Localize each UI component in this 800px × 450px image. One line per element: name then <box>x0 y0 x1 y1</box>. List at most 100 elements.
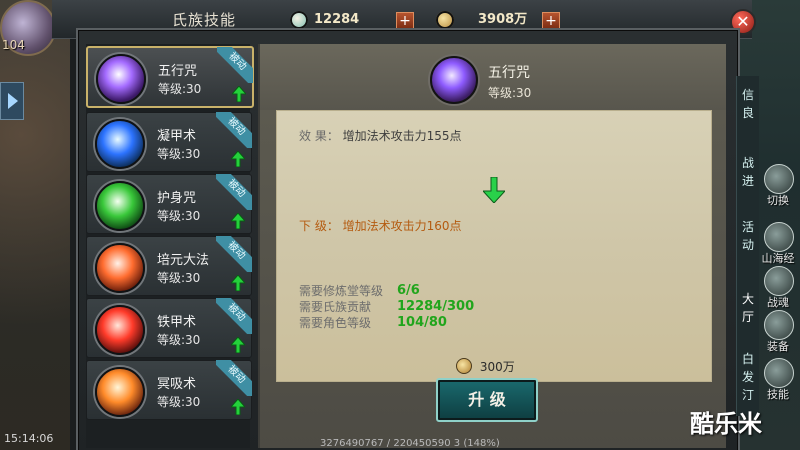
hud-button-skills[interactable]: 技能 <box>758 358 798 406</box>
hud-button-label: 切换 <box>767 194 789 207</box>
skill-info-parchment: 效 果： 增加法术攻击力155点 下 级： 增加法术攻击力160点 需要修炼堂等… <box>276 110 712 382</box>
game-screen: 104 15:14:06 氏族技能 12284 + 3908万 + ✕ 五行咒 … <box>0 0 800 450</box>
skill-level: 等级:30 <box>157 147 201 161</box>
passive-tag: 被动 <box>217 47 253 83</box>
requirement-label: 需要角色等级 <box>299 316 372 330</box>
skill-name: 铁甲术 <box>157 315 197 330</box>
requirement-label: 需要修炼堂等级 <box>299 284 384 298</box>
passive-tag: 被动 <box>216 360 252 396</box>
skill-level: 等级:30 <box>157 395 201 409</box>
upgrade-cost-value: 300万 <box>479 360 515 374</box>
effect-value: 增加法术攻击力155点 <box>342 129 462 143</box>
skill-item[interactable]: 护身咒 等级:30 被动 <box>86 174 252 234</box>
right-tab-text: 活 <box>741 220 754 234</box>
skill-name: 护身咒 <box>157 191 197 206</box>
skill-level: 等级:30 <box>157 209 201 223</box>
switch-icon <box>764 164 794 194</box>
next-value: 增加法术攻击力160点 <box>342 219 462 233</box>
skills-book-icon <box>764 358 794 388</box>
right-tab-text: 厅 <box>741 310 754 324</box>
skill-level: 等级:30 <box>157 271 201 285</box>
currency-1-value: 12284 <box>314 12 360 27</box>
requirement-row: 需要氏族贡献 12284/300 <box>299 299 549 315</box>
upgrade-available-icon <box>231 399 245 415</box>
next-level-effect: 下 级： 增加法术攻击力160点 <box>299 217 462 234</box>
upgrade-available-icon <box>232 86 246 102</box>
passive-tag-label: 被动 <box>216 112 252 148</box>
hud-button-equipment[interactable]: 装备 <box>758 310 798 358</box>
upgrade-cost: 300万 <box>456 358 515 375</box>
skill-item[interactable]: 培元大法 等级:30 被动 <box>86 236 252 296</box>
skill-name: 凝甲术 <box>157 129 197 144</box>
right-vertical-tabs[interactable]: 信 良 战 进 活 动 大 厅 白 发 汀 <box>736 76 759 416</box>
meditation-icon <box>95 243 145 293</box>
right-tab-text: 发 <box>741 370 754 384</box>
green-aura-icon <box>95 181 145 231</box>
right-tab-text: 良 <box>741 106 754 120</box>
right-tab-text: 白 <box>741 352 754 366</box>
player-level: 104 <box>2 38 25 52</box>
passive-tag-label: 被动 <box>216 236 252 272</box>
shield-flame-icon <box>95 367 145 417</box>
passive-tag-label: 被动 <box>216 360 252 396</box>
right-tab-text: 战 <box>741 156 754 170</box>
passive-tag: 被动 <box>216 112 252 148</box>
requirement-row: 需要角色等级 104/80 <box>299 315 549 331</box>
jade-coin-icon <box>290 11 308 29</box>
effect-label: 效 果： <box>299 129 339 143</box>
lightning-orb-icon <box>430 56 478 104</box>
skill-level: 等级:30 <box>158 82 202 96</box>
requirement-row: 需要修炼堂等级 6/6 <box>299 283 549 299</box>
requirement-value: 6/6 <box>397 283 420 298</box>
right-tab-text: 信 <box>741 88 754 102</box>
skill-item[interactable]: 五行咒 等级:30 被动 <box>86 46 254 108</box>
window-title: 氏族技能 <box>172 11 237 29</box>
requirements: 需要修炼堂等级 6/6 需要氏族贡献 12284/300 需要角色等级 104/… <box>299 283 549 331</box>
passive-tag: 被动 <box>216 298 252 334</box>
ice-armor-icon <box>95 119 145 169</box>
upgrade-button[interactable]: 升 级 <box>436 378 538 422</box>
world-background-left <box>0 0 70 450</box>
lightning-orb-icon <box>96 54 146 104</box>
bottom-status-text: 3276490767 / 220450590 3 (148%) <box>320 438 500 449</box>
requirement-label: 需要氏族贡献 <box>299 300 372 314</box>
selected-skill-name: 五行咒 <box>488 65 530 81</box>
passive-tag-label: 被动 <box>216 298 252 334</box>
passive-tag: 被动 <box>216 236 252 272</box>
passive-tag-label: 被动 <box>216 174 252 210</box>
book-icon <box>764 222 794 252</box>
hud-button-switch[interactable]: 切换 <box>758 164 798 212</box>
upgrade-available-icon <box>231 275 245 291</box>
expand-sidebar-button[interactable] <box>0 82 24 120</box>
copper-coin-icon <box>436 11 454 29</box>
skill-item[interactable]: 冥吸术 等级:30 被动 <box>86 360 252 420</box>
green-down-arrow-icon <box>483 177 505 203</box>
right-tab-text: 大 <box>741 292 754 306</box>
hud-button-label: 装备 <box>767 340 789 353</box>
helmet-icon <box>764 310 794 340</box>
passive-tag: 被动 <box>216 174 252 210</box>
selected-skill-level: 等级:30 <box>488 86 532 100</box>
watermark: 酷乐米 <box>690 410 762 438</box>
skill-item[interactable]: 凝甲术 等级:30 被动 <box>86 112 252 172</box>
right-tab-text: 进 <box>741 174 754 188</box>
right-tab-text: 动 <box>741 238 754 252</box>
hud-button-shanhaijing[interactable]: 山海经 <box>758 222 798 270</box>
coin-icon <box>456 358 472 374</box>
skill-detail-header: 五行咒 等级:30 <box>260 44 726 110</box>
skill-level: 等级:30 <box>157 333 201 347</box>
requirement-value: 12284/300 <box>397 299 475 314</box>
iron-armor-icon <box>95 305 145 355</box>
skill-item[interactable]: 铁甲术 等级:30 被动 <box>86 298 252 358</box>
requirement-value: 104/80 <box>397 315 447 330</box>
clock-time: 15:14:06 <box>4 432 54 445</box>
hud-button-label: 战魂 <box>767 296 789 309</box>
current-effect: 效 果： 增加法术攻击力155点 <box>299 127 462 144</box>
hud-button-label: 山海经 <box>761 252 795 265</box>
right-tab-text: 汀 <box>741 388 754 402</box>
hud-button-label: 技能 <box>767 388 789 401</box>
upgrade-available-icon <box>231 213 245 229</box>
passive-tag-label: 被动 <box>217 47 253 83</box>
next-label: 下 级： <box>299 219 339 233</box>
hud-button-zhanhun[interactable]: 战魂 <box>758 266 798 314</box>
